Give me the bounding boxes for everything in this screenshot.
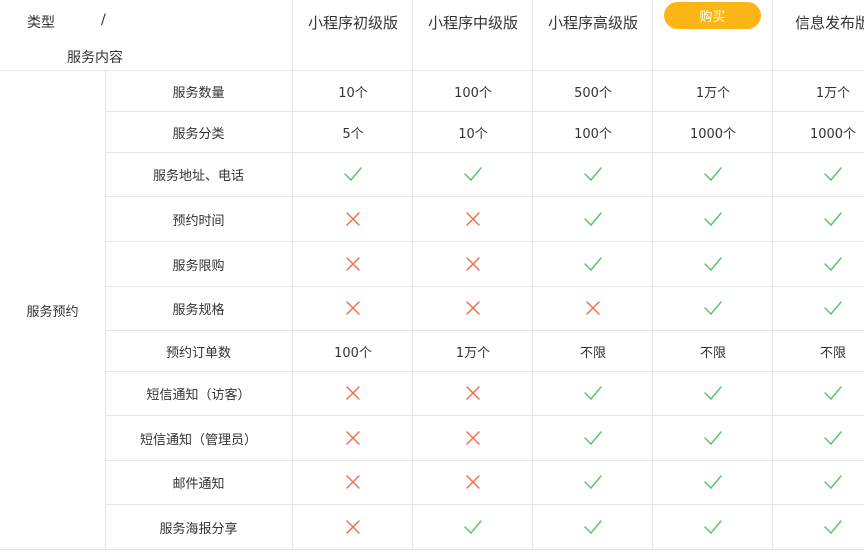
check-icon [583, 517, 603, 537]
cross-icon [343, 209, 363, 229]
check-icon [703, 428, 723, 448]
table-cell-value: 1万个 [455, 345, 491, 361]
table-cell-value: 500个 [574, 85, 612, 101]
check-icon [823, 209, 843, 229]
header-divider-slash: / [101, 12, 106, 28]
check-icon [823, 383, 843, 403]
cross-icon [463, 298, 483, 318]
feature-label: 预约时间 [172, 213, 225, 229]
check-icon [583, 383, 603, 403]
check-icon [703, 517, 723, 537]
check-icon [823, 428, 843, 448]
check-icon [703, 209, 723, 229]
table-cell-value: 100个 [574, 126, 612, 142]
table-cell-value: 1000个 [689, 126, 737, 142]
cross-icon [343, 298, 363, 318]
check-icon [823, 472, 843, 492]
service-content-header-label: 服务内容 [67, 50, 123, 66]
table-cell-value: 10个 [338, 85, 368, 101]
table-cell-value: 不限 [579, 345, 606, 361]
table-cell-value: 1000个 [809, 126, 857, 142]
row-divider-line [105, 504, 864, 505]
row-divider-line [105, 460, 864, 461]
row-divider-line [105, 549, 864, 550]
table-cell-value: 100个 [454, 85, 492, 101]
type-header-label: 类型 [27, 15, 55, 31]
check-icon [463, 517, 483, 537]
feature-label: 预约订单数 [165, 345, 231, 361]
feature-label: 服务分类 [172, 126, 225, 142]
table-cell-value: 不限 [699, 345, 726, 361]
table-cell-value: 5个 [342, 126, 364, 142]
table-cell-value: 1万个 [815, 85, 851, 101]
check-icon [583, 472, 603, 492]
header-divider-line [0, 70, 864, 71]
check-icon [703, 254, 723, 274]
cross-icon [463, 254, 483, 274]
plan-name-basic: 小程序初级版 [307, 14, 398, 32]
table-cell-value: 10个 [458, 126, 488, 142]
check-icon [703, 472, 723, 492]
feature-label: 服务海报分享 [159, 521, 238, 537]
check-icon [823, 164, 843, 184]
row-divider-line [105, 415, 864, 416]
cross-icon [343, 517, 363, 537]
cross-icon [343, 254, 363, 274]
cross-icon [463, 428, 483, 448]
check-icon [823, 254, 843, 274]
cross-icon [343, 472, 363, 492]
category-label: 服务预约 [26, 305, 79, 320]
check-icon [823, 298, 843, 318]
row-divider-line [105, 330, 864, 331]
feature-label: 服务限购 [172, 258, 225, 274]
table-cell-value: 不限 [819, 345, 846, 361]
check-icon [703, 164, 723, 184]
check-icon [583, 164, 603, 184]
plan-name-advanced: 小程序高级版 [547, 14, 638, 32]
buy-button[interactable]: 购买 [664, 2, 761, 29]
cross-icon [463, 383, 483, 403]
check-icon [703, 383, 723, 403]
plan-name-info-publish: 信息发布版 [795, 14, 864, 32]
check-icon [343, 164, 363, 184]
check-icon [463, 164, 483, 184]
cross-icon [343, 428, 363, 448]
row-divider-line [0, 549, 105, 550]
row-divider-line [105, 371, 864, 372]
row-divider-line [105, 196, 864, 197]
pricing-comparison-table: 类型 / 服务内容 小程序初级版 小程序中级版 小程序高级版 购买 信息发布版 … [0, 0, 864, 551]
row-divider-line [105, 286, 864, 287]
row-divider-line [105, 111, 864, 112]
table-cell-value: 100个 [334, 345, 372, 361]
row-divider-line [105, 241, 864, 242]
check-icon [823, 517, 843, 537]
cross-icon [583, 298, 603, 318]
cross-icon [463, 472, 483, 492]
check-icon [703, 298, 723, 318]
feature-label: 服务数量 [172, 85, 225, 101]
check-icon [583, 428, 603, 448]
feature-label: 短信通知（管理员） [139, 432, 257, 448]
cross-icon [463, 209, 483, 229]
check-icon [583, 209, 603, 229]
feature-label: 短信通知（访客） [146, 388, 251, 403]
table-cell-value: 1万个 [695, 85, 731, 101]
plan-name-intermediate: 小程序中级版 [427, 14, 518, 32]
row-divider-line [105, 152, 864, 153]
check-icon [583, 254, 603, 274]
feature-label: 邮件通知 [172, 477, 225, 492]
feature-label: 服务规格 [172, 303, 225, 318]
cross-icon [343, 383, 363, 403]
feature-label: 服务地址、电话 [152, 169, 244, 184]
